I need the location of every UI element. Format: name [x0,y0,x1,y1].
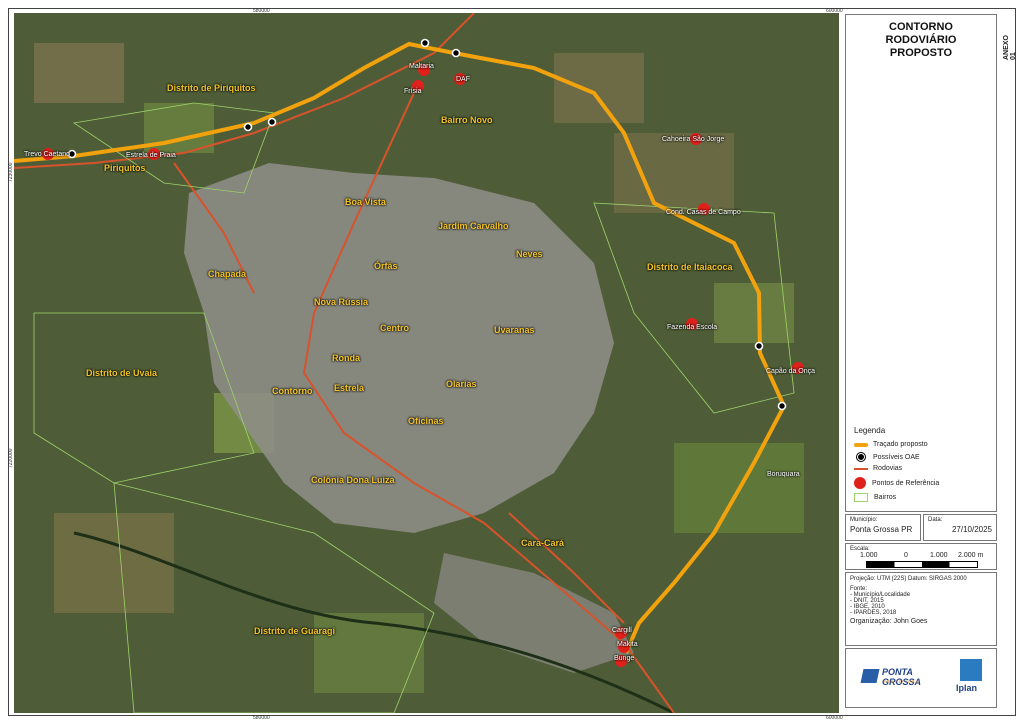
reference-label: Fazenda Escola [667,324,718,331]
reference-label: Makita [617,641,638,648]
iplan-logo: Iplan [954,659,988,699]
bairro-label: Cara-Cará [521,538,565,548]
map-area[interactable]: Distrito de Piriquitos Piriquitos Bairro… [14,13,839,713]
reference-label: Cond. Casas de Campo [666,209,741,216]
municipio-label: Município: [850,517,878,523]
bairro-label: Neves [516,249,543,259]
coord-x-left-bottom: 580000 [253,715,270,721]
reference-label: DAF [456,76,470,83]
coord-x-right-top: 600000 [826,8,843,14]
map-canvas [14,13,839,713]
logo-subtext: PREFEITURA [884,679,920,684]
coord-y-bottom: 7220000 [8,448,14,468]
legend-item-traçado: Traçado proposto [854,441,928,448]
bairro-label: Órfãs [374,261,398,271]
bairro-label: Distrito de Piriquitos [167,83,256,93]
data-label: Data: [928,517,943,523]
anexo-label: ANEXO 01 [1003,35,1017,60]
reference-label: Boruquara [767,471,800,478]
bairro-label: Distrito de Guaragi [254,626,336,636]
bairro-label: Centro [380,323,409,333]
organization-text: Organização: John Goes [850,618,928,625]
map-title: CONTORNO RODOVIÁRIO PROPOSTO [885,21,957,59]
reference-label: Estrela de Praia [126,152,176,159]
scale-tick: 0 [904,552,908,559]
scale-tick: 2.000 m [958,552,984,559]
bairro-label: Bairro Novo [441,115,493,125]
title-panel: CONTORNO RODOVIÁRIO PROPOSTO Legenda Tra… [845,14,997,512]
bairro-label: Colônia Dona Luiza [311,475,395,485]
data-box: Data: 27/10/2025 [923,514,997,541]
bairro-label: Oficinas [408,416,444,426]
bairro-label: Distrito de Uvaia [86,368,158,378]
legend-item-referencia: Pontos de Referência [854,477,939,489]
legend-label: Rodovias [873,465,903,472]
reference-label: Maltaria [409,63,434,70]
sources-box: Projeção: UTM (22S) Datum: SIRGAS 2000 F… [845,572,997,646]
scale-bar [866,561,978,568]
bypass-swatch [854,442,868,447]
iplan-icon [960,659,982,681]
bairro-label: Olarias [446,379,477,389]
bairro-label: Ronda [332,353,360,363]
bairro-label: Nova Rússia [314,297,369,307]
bairro-label: Chapada [208,269,247,279]
bairro-label: Uvaranas [494,325,535,335]
reference-label: Cahoeira São Jorge [662,136,725,143]
legend-item-rodovias: Rodovias [854,465,902,472]
bairro-label: Estrela [334,383,365,393]
reference-label: Frísia [404,88,422,95]
projection-text: Projeção: UTM (22S) Datum: SIRGAS 2000 [850,576,967,582]
scale-tick: 1.000 [860,552,878,559]
coord-y-top: 7230000 [8,162,14,182]
bairro-label: Boa Vista [345,197,386,207]
municipio-value: Ponta Grossa PR [850,525,913,534]
legend-label: Traçado proposto [873,441,928,448]
coord-x-left-top: 580000 [253,8,270,14]
reference-label: Bunge [614,655,635,662]
fonte-line: - IPARDES, 2018 [850,610,897,616]
bairro-label: Piriquitos [104,163,146,173]
logo-text: PONTA GROSSA [882,667,922,687]
reference-label: Trevo Caetano [24,151,71,158]
data-value: 27/10/2025 [951,525,992,534]
oae-swatch [856,452,866,462]
logos-box: PONTA GROSSA PREFEITURA Iplan [845,648,997,708]
municipio-box: Município: Ponta Grossa PR [845,514,921,541]
legend-label: Possíveis OAE [873,453,920,461]
bairro-label: Jardim Carvalho [438,221,509,231]
scale-box: Escala: 1.000 0 1.000 2.000 m [845,543,997,570]
legend-item-oae: Possíveis OAE [854,452,920,462]
legend-label: Pontos de Referência [872,479,940,487]
flag-icon [860,669,880,683]
highway-swatch [854,467,868,470]
iplan-text: Iplan [956,683,978,693]
ponta-grossa-logo: PONTA GROSSA PREFEITURA [860,665,932,691]
bairro-label: Contorno [272,386,313,396]
coord-x-right-bottom: 600000 [826,715,843,721]
bairros-swatch [854,493,868,502]
legend-label: Bairros [874,494,897,501]
legend-item-bairros: Bairros [854,493,896,502]
legend-heading: Legenda [854,426,886,435]
reference-swatch [854,477,866,489]
bairro-label: Distrito de Itaiacoca [647,262,733,272]
reference-label: Cargill [612,627,632,634]
reference-label: Capão da Onça [766,368,816,375]
scale-tick: 1.000 [930,552,948,559]
